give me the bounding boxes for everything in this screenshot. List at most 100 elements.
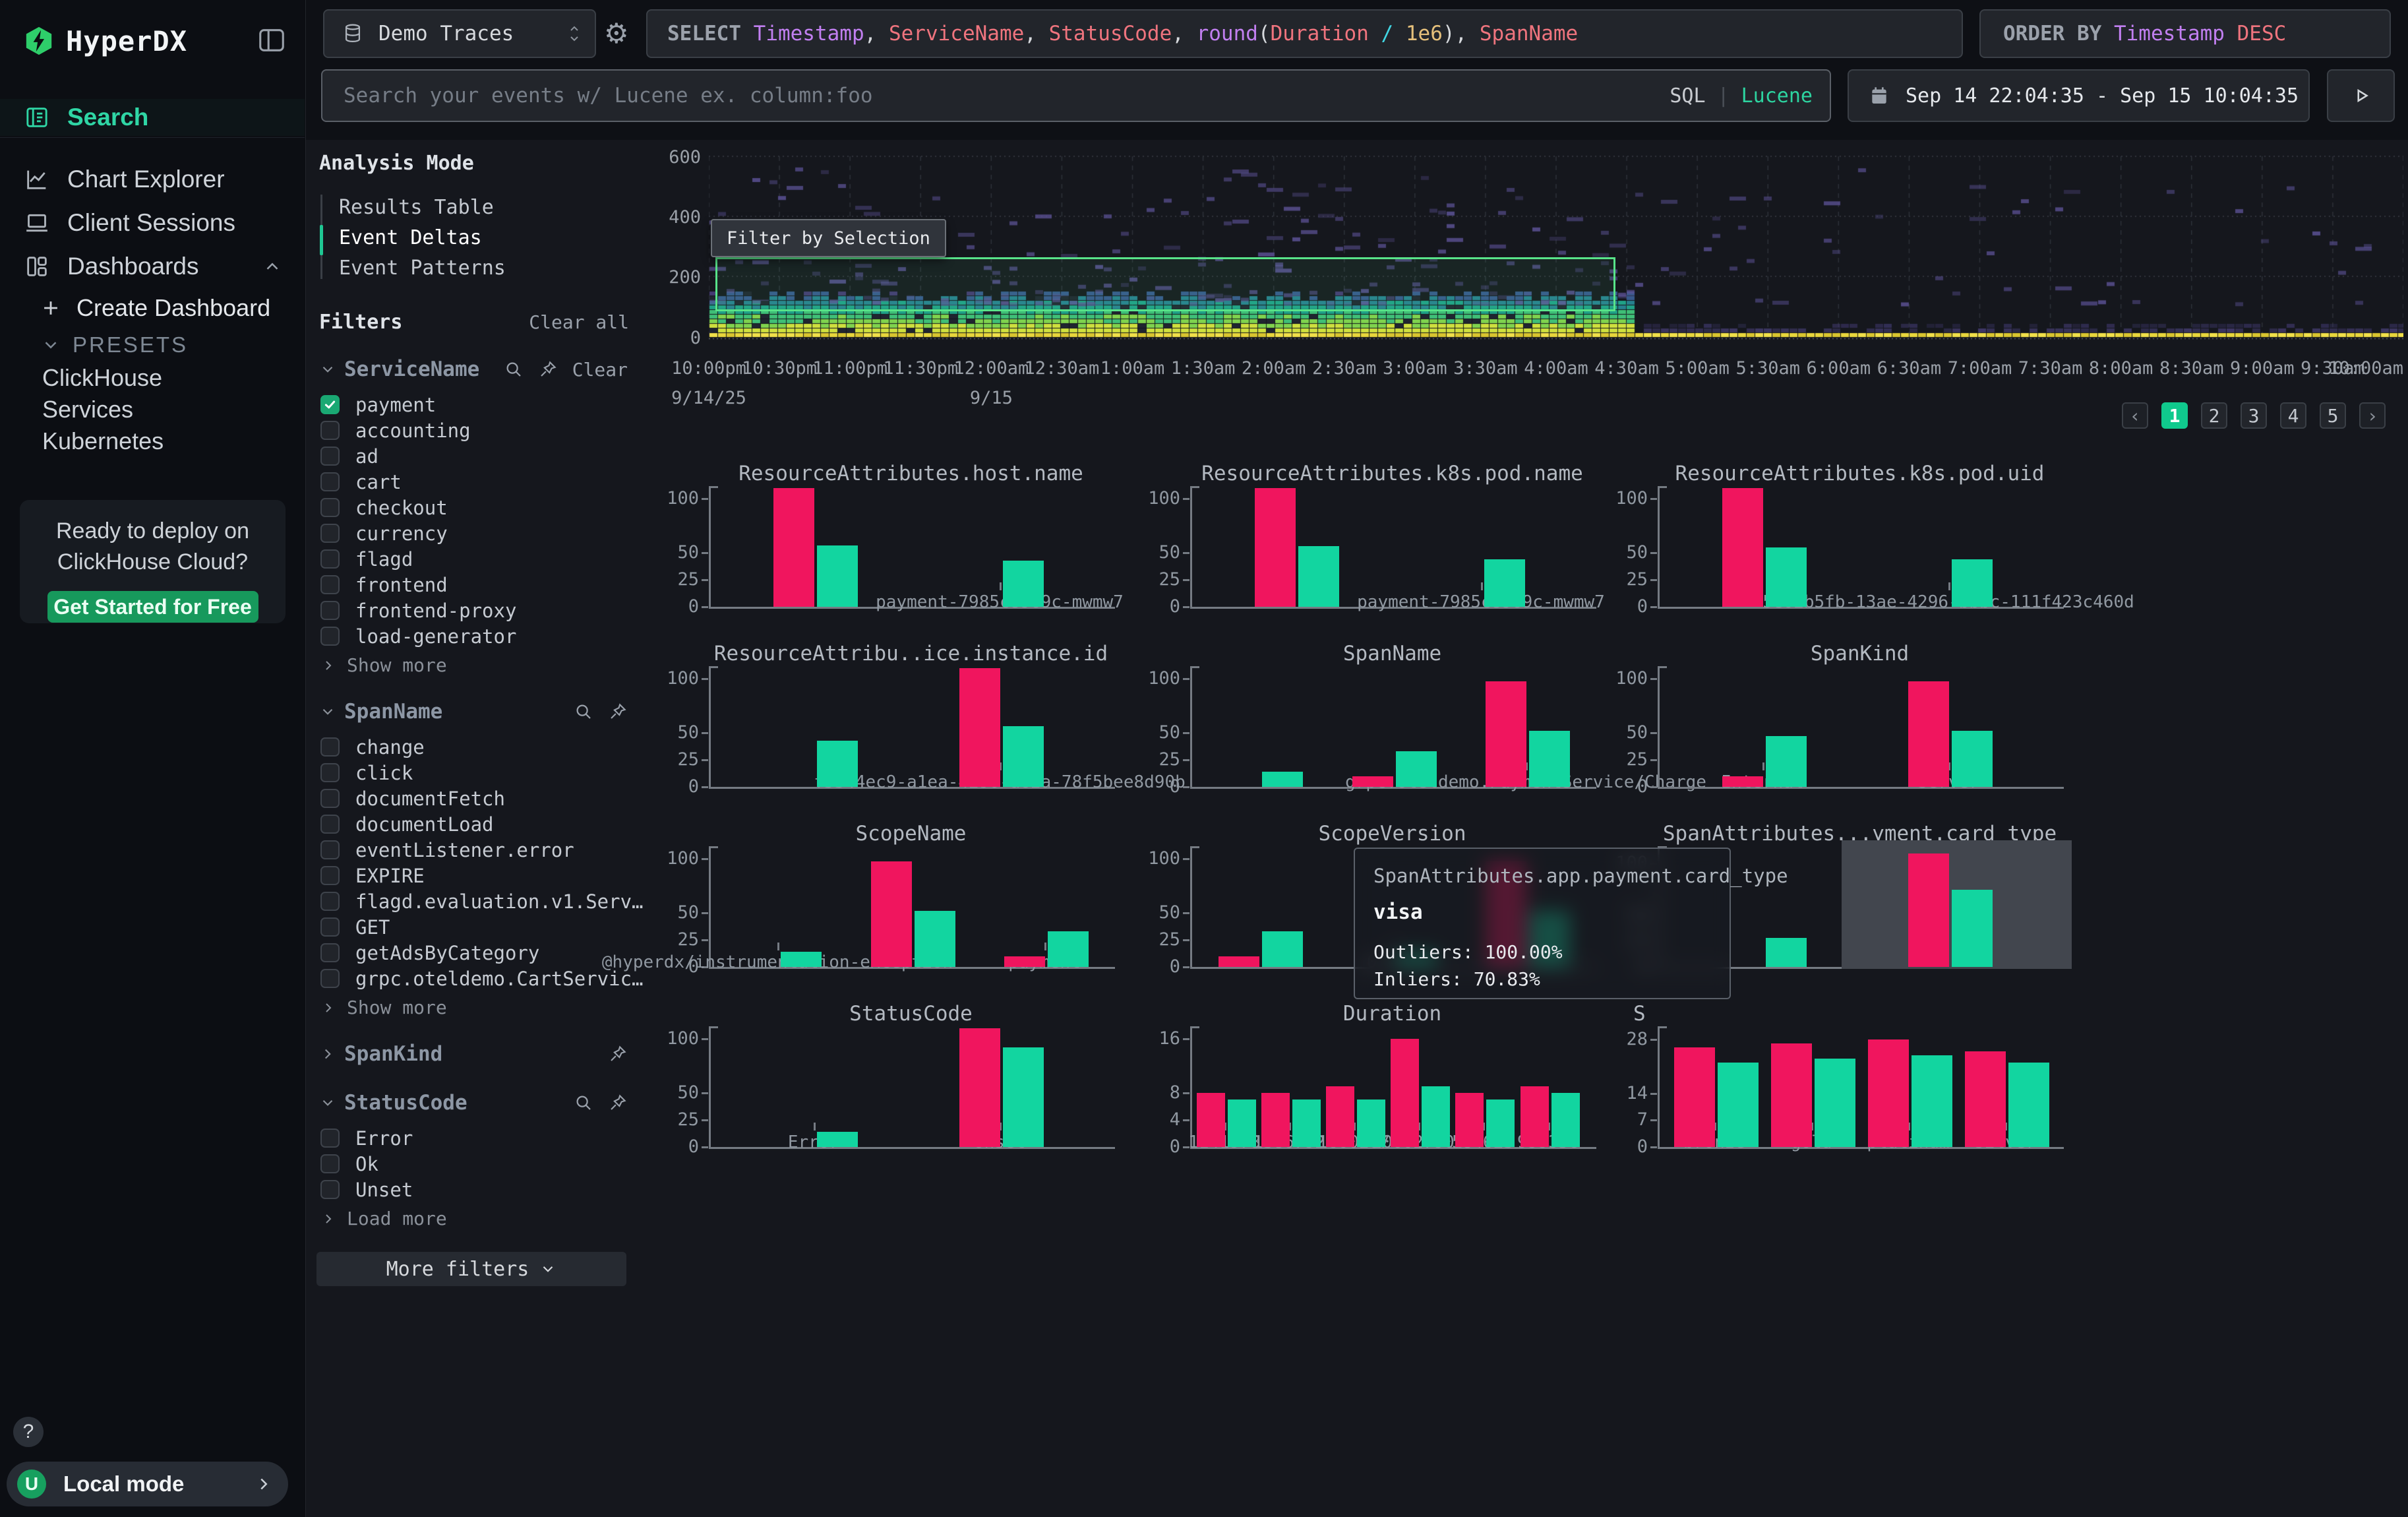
orderby-clause-input[interactable]: ORDER BY Timestamp DESC: [1979, 9, 2391, 58]
filter-checkbox-row[interactable]: documentFetch: [316, 786, 632, 811]
checkbox[interactable]: [320, 815, 340, 834]
source-settings-gear-icon[interactable]: ⚙: [604, 17, 629, 49]
checkbox[interactable]: [320, 524, 340, 543]
checkbox[interactable]: [320, 763, 340, 782]
filter-checkbox-row[interactable]: flagd.evaluation.v1.Serv…: [316, 888, 632, 914]
filter-checkbox-row[interactable]: load-generator: [316, 623, 632, 649]
pagination-prev-button[interactable]: ‹: [2122, 402, 2148, 429]
checkbox[interactable]: [320, 1154, 340, 1173]
show-more-button[interactable]: Show more: [320, 654, 632, 676]
sidebar-item-client-sessions[interactable]: Client Sessions: [0, 204, 305, 241]
search-icon[interactable]: [574, 1093, 593, 1113]
filter-checkbox-row[interactable]: ad: [316, 443, 632, 469]
checkbox[interactable]: [320, 917, 340, 937]
help-button[interactable]: ?: [13, 1417, 44, 1447]
filter-checkbox-row[interactable]: frontend: [316, 572, 632, 598]
checkbox[interactable]: [320, 447, 340, 466]
checkbox[interactable]: [320, 575, 340, 594]
filter-group-name[interactable]: SpanName: [344, 700, 442, 724]
filter-group-name[interactable]: SpanKind: [344, 1042, 442, 1066]
presets-toggle[interactable]: PRESETS: [41, 332, 188, 357]
filter-group-clear-button[interactable]: Clear: [572, 359, 628, 381]
chevron-down-icon[interactable]: [319, 703, 336, 720]
pin-icon[interactable]: [608, 1044, 628, 1064]
create-dashboard-button[interactable]: Create Dashboard: [40, 294, 270, 322]
sidebar-collapse-icon[interactable]: [256, 25, 287, 55]
filter-checkbox-row[interactable]: eventListener.error: [316, 837, 632, 863]
date-range-picker[interactable]: Sep 14 22:04:35 - Sep 15 10:04:35: [1848, 69, 2310, 122]
heatmap-selection-rect[interactable]: [715, 257, 1615, 311]
filter-checkbox-row[interactable]: currency: [316, 520, 632, 546]
source-select[interactable]: Demo Traces: [323, 9, 596, 58]
pagination-page-1[interactable]: 1: [2161, 402, 2188, 429]
select-clause-input[interactable]: SELECT Timestamp, ServiceName, StatusCod…: [646, 9, 1963, 58]
checkbox[interactable]: [320, 601, 340, 620]
more-filters-button[interactable]: More filters: [316, 1252, 626, 1286]
search-icon[interactable]: [504, 359, 524, 379]
get-started-button[interactable]: Get Started for Free: [47, 591, 258, 623]
filter-checkbox-row[interactable]: frontend-proxy: [316, 598, 632, 623]
pagination-page-2[interactable]: 2: [2201, 402, 2227, 429]
filter-checkbox-row[interactable]: payment: [316, 392, 632, 418]
filter-checkbox-row[interactable]: flagd: [316, 546, 632, 572]
pagination-next-button[interactable]: ›: [2359, 402, 2386, 429]
analysis-mode-event-patterns[interactable]: Event Patterns: [339, 253, 632, 283]
pin-icon[interactable]: [538, 359, 558, 379]
filter-checkbox-row[interactable]: click: [316, 760, 632, 786]
chevron-down-icon[interactable]: [319, 361, 336, 378]
filter-group-name[interactable]: StatusCode: [344, 1091, 467, 1115]
checkbox[interactable]: [320, 1129, 340, 1148]
sidebar-preset-services[interactable]: Services: [42, 396, 133, 423]
run-query-button[interactable]: [2327, 69, 2395, 122]
checkbox[interactable]: [320, 627, 340, 646]
filter-group-name[interactable]: ServiceName: [344, 357, 479, 381]
chevron-down-icon[interactable]: [319, 1094, 336, 1111]
filter-checkbox-row[interactable]: accounting: [316, 418, 632, 443]
filter-by-selection-button[interactable]: Filter by Selection: [711, 219, 946, 257]
checkbox[interactable]: [320, 1180, 340, 1199]
chevron-right-icon[interactable]: [319, 1045, 336, 1063]
filter-checkbox-row[interactable]: Unset: [316, 1177, 632, 1202]
local-mode-button[interactable]: U Local mode: [7, 1462, 288, 1506]
clear-all-filters-button[interactable]: Clear all: [529, 311, 629, 333]
filter-checkbox-row[interactable]: documentLoad: [316, 811, 632, 837]
sidebar-preset-clickhouse[interactable]: ClickHouse: [42, 364, 162, 392]
checkbox[interactable]: [320, 789, 340, 808]
sql-toggle[interactable]: SQL: [1670, 84, 1705, 108]
checkbox[interactable]: [320, 498, 340, 517]
checkbox[interactable]: [320, 395, 340, 414]
sidebar-item-dashboards[interactable]: Dashboards: [0, 248, 305, 285]
checkbox[interactable]: [320, 737, 340, 757]
show-more-button[interactable]: Show more: [320, 997, 632, 1018]
pagination-page-3[interactable]: 3: [2241, 402, 2267, 429]
filter-checkbox-row[interactable]: GET: [316, 914, 632, 940]
pagination-page-4[interactable]: 4: [2280, 402, 2306, 429]
traces-heatmap-canvas[interactable]: [709, 150, 2403, 343]
load-more-button[interactable]: Load more: [320, 1208, 632, 1229]
search-icon[interactable]: [574, 702, 593, 722]
pagination-page-5[interactable]: 5: [2320, 402, 2346, 429]
filter-checkbox-row[interactable]: change: [316, 734, 632, 760]
filter-checkbox-row[interactable]: checkout: [316, 495, 632, 520]
lucene-toggle[interactable]: Lucene: [1741, 84, 1813, 108]
checkbox[interactable]: [320, 472, 340, 491]
checkbox[interactable]: [320, 549, 340, 569]
filter-checkbox-row[interactable]: EXPIRE: [316, 863, 632, 888]
search-input[interactable]: [321, 69, 1831, 122]
filter-checkbox-row[interactable]: cart: [316, 469, 632, 495]
checkbox[interactable]: [320, 943, 340, 962]
checkbox[interactable]: [320, 840, 340, 859]
checkbox[interactable]: [320, 421, 340, 440]
sidebar-preset-kubernetes[interactable]: Kubernetes: [42, 427, 164, 455]
checkbox[interactable]: [320, 866, 340, 885]
pin-icon[interactable]: [608, 702, 628, 722]
checkbox[interactable]: [320, 892, 340, 911]
analysis-mode-event-deltas[interactable]: Event Deltas: [339, 222, 632, 253]
sidebar-item-search[interactable]: Search: [0, 99, 305, 136]
pin-icon[interactable]: [608, 1093, 628, 1113]
analysis-mode-results-table[interactable]: Results Table: [339, 192, 632, 222]
filter-checkbox-row[interactable]: Error: [316, 1125, 632, 1151]
filter-checkbox-row[interactable]: Ok: [316, 1151, 632, 1177]
sidebar-item-chart-explorer[interactable]: Chart Explorer: [0, 161, 305, 198]
checkbox[interactable]: [320, 969, 340, 988]
